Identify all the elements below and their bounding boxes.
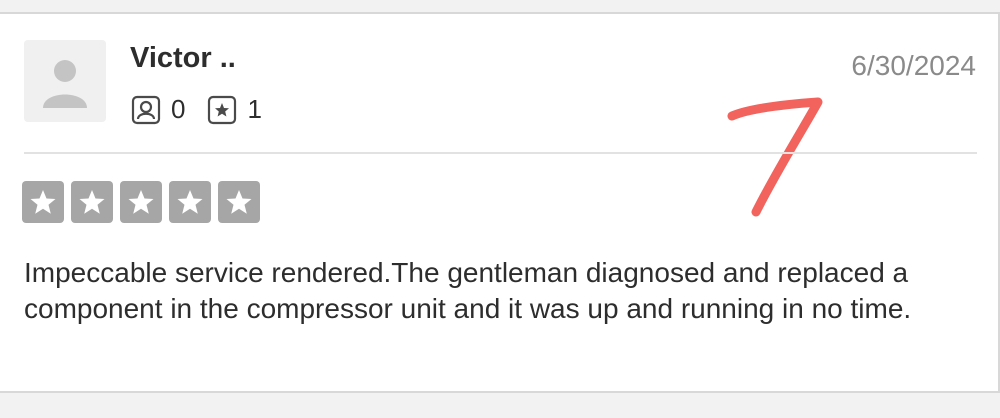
review-text: Impeccable service rendered.The gentlema… bbox=[24, 257, 912, 324]
reviewer-stats: 0 1 bbox=[131, 94, 262, 125]
top-separator bbox=[0, 0, 1000, 12]
star-icon bbox=[169, 181, 211, 223]
avatar[interactable] bbox=[24, 40, 106, 122]
star-icon bbox=[120, 181, 162, 223]
star-badge-icon bbox=[207, 95, 237, 125]
star-icon bbox=[22, 181, 64, 223]
reviews-stat: 1 bbox=[207, 94, 262, 125]
handwritten-number-seven-mark bbox=[720, 94, 830, 229]
star-rating bbox=[22, 181, 267, 223]
header-divider bbox=[24, 152, 977, 154]
bottom-separator bbox=[0, 393, 1000, 418]
reviewer-name[interactable]: Victor .. bbox=[130, 42, 236, 75]
star-icon bbox=[71, 181, 113, 223]
star-icon bbox=[218, 181, 260, 223]
friends-icon bbox=[131, 95, 161, 125]
review-date: 6/30/2024 bbox=[851, 50, 976, 81]
review-card: Victor .. 0 1 6/30/2024 Impeccable servi… bbox=[0, 12, 1000, 393]
reviews-count: 1 bbox=[247, 94, 262, 124]
default-user-icon bbox=[24, 40, 106, 122]
friends-count: 0 bbox=[171, 94, 186, 124]
review-page: Victor .. 0 1 6/30/2024 Impeccable servi… bbox=[0, 0, 1000, 418]
friends-stat: 0 bbox=[131, 94, 185, 125]
